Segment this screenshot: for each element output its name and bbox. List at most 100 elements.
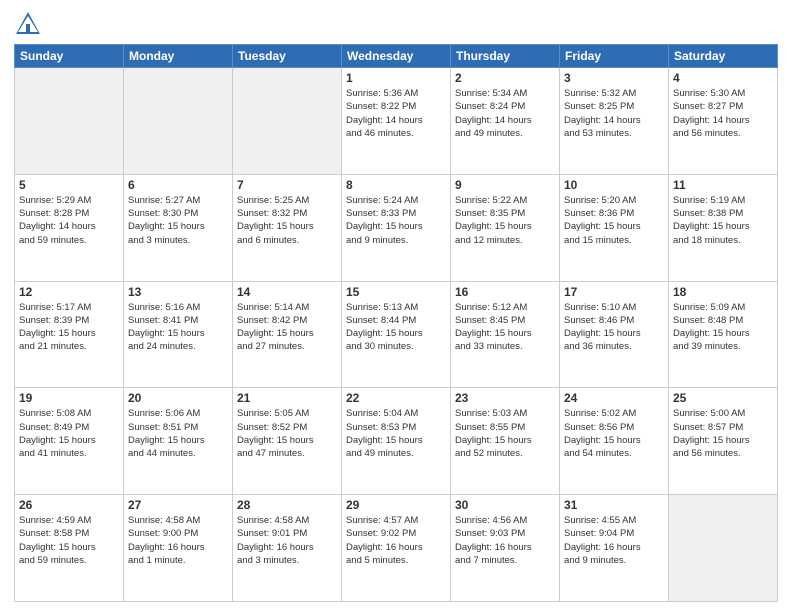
cell-line: Sunrise: 5:06 AM xyxy=(128,407,228,420)
cell-line: and 6 minutes. xyxy=(237,234,337,247)
cell-line: Sunset: 8:28 PM xyxy=(19,207,119,220)
cell-line: and 9 minutes. xyxy=(564,554,664,567)
cell-line: Sunrise: 5:36 AM xyxy=(346,87,446,100)
cell-text: Sunrise: 5:32 AMSunset: 8:25 PMDaylight:… xyxy=(564,87,664,140)
calendar-cell: 4Sunrise: 5:30 AMSunset: 8:27 PMDaylight… xyxy=(669,68,778,175)
calendar-cell: 22Sunrise: 5:04 AMSunset: 8:53 PMDayligh… xyxy=(342,388,451,495)
cell-line: and 36 minutes. xyxy=(564,340,664,353)
cell-line: Daylight: 15 hours xyxy=(455,434,555,447)
cell-line: Daylight: 15 hours xyxy=(673,220,773,233)
calendar-cell: 13Sunrise: 5:16 AMSunset: 8:41 PMDayligh… xyxy=(124,281,233,388)
header xyxy=(14,10,778,38)
cell-line: Sunset: 8:48 PM xyxy=(673,314,773,327)
day-number: 9 xyxy=(455,178,555,192)
cell-line: and 7 minutes. xyxy=(455,554,555,567)
cell-text: Sunrise: 5:25 AMSunset: 8:32 PMDaylight:… xyxy=(237,194,337,247)
cell-line: and 33 minutes. xyxy=(455,340,555,353)
calendar-cell: 14Sunrise: 5:14 AMSunset: 8:42 PMDayligh… xyxy=(233,281,342,388)
cell-line: and 21 minutes. xyxy=(19,340,119,353)
cell-line: and 1 minute. xyxy=(128,554,228,567)
calendar-cell: 26Sunrise: 4:59 AMSunset: 8:58 PMDayligh… xyxy=(15,495,124,602)
cell-text: Sunrise: 5:02 AMSunset: 8:56 PMDaylight:… xyxy=(564,407,664,460)
cell-line: Sunrise: 4:57 AM xyxy=(346,514,446,527)
cell-line: Sunset: 8:46 PM xyxy=(564,314,664,327)
cell-line: Sunrise: 4:55 AM xyxy=(564,514,664,527)
cell-line: Sunrise: 5:00 AM xyxy=(673,407,773,420)
cell-text: Sunrise: 5:04 AMSunset: 8:53 PMDaylight:… xyxy=(346,407,446,460)
cell-line: Sunrise: 5:27 AM xyxy=(128,194,228,207)
calendar-cell: 11 Sunrise: 5:19 AMSunset: 8:38 PMDayligh… xyxy=(669,174,778,281)
cell-line: Sunset: 8:44 PM xyxy=(346,314,446,327)
day-number: 2 xyxy=(455,71,555,85)
cell-text: Sunrise: 5:17 AMSunset: 8:39 PMDaylight:… xyxy=(19,301,119,354)
cell-line: Daylight: 15 hours xyxy=(128,220,228,233)
cell-line: Sunrise: 5:24 AM xyxy=(346,194,446,207)
day-number: 23 xyxy=(455,391,555,405)
cell-line: Sunrise: 4:59 AM xyxy=(19,514,119,527)
calendar-cell: 10Sunrise: 5:20 AMSunset: 8:36 PMDayligh… xyxy=(560,174,669,281)
day-number: 19 xyxy=(19,391,119,405)
cell-line: Sunset: 9:00 PM xyxy=(128,527,228,540)
day-number: 15 xyxy=(346,285,446,299)
calendar-week-2: 12Sunrise: 5:17 AMSunset: 8:39 PMDayligh… xyxy=(15,281,778,388)
cell-line: Sunset: 8:24 PM xyxy=(455,100,555,113)
calendar-week-0: 1Sunrise: 5:36 AMSunset: 8:22 PMDaylight… xyxy=(15,68,778,175)
weekday-header-monday: Monday xyxy=(124,45,233,68)
cell-text: Sunrise: 5:16 AMSunset: 8:41 PMDaylight:… xyxy=(128,301,228,354)
cell-line: Sunset: 8:38 PM xyxy=(673,207,773,220)
cell-line: Sunset: 8:39 PM xyxy=(19,314,119,327)
cell-line: Daylight: 15 hours xyxy=(346,220,446,233)
calendar-cell: 8Sunrise: 5:24 AMSunset: 8:33 PMDaylight… xyxy=(342,174,451,281)
calendar-cell: 6Sunrise: 5:27 AMSunset: 8:30 PMDaylight… xyxy=(124,174,233,281)
day-number: 27 xyxy=(128,498,228,512)
cell-line: Sunset: 8:22 PM xyxy=(346,100,446,113)
cell-line: Sunset: 8:57 PM xyxy=(673,421,773,434)
cell-line: and 46 minutes. xyxy=(346,127,446,140)
cell-text: Sunrise: 5:03 AMSunset: 8:55 PMDaylight:… xyxy=(455,407,555,460)
cell-line: Sunrise: 5:19 AM xyxy=(673,194,773,207)
cell-line: Daylight: 16 hours xyxy=(237,541,337,554)
cell-text: Sunrise: 5:29 AMSunset: 8:28 PMDaylight:… xyxy=(19,194,119,247)
calendar-cell: 23 Sunrise: 5:03 AMSunset: 8:55 PMDayligh… xyxy=(451,388,560,495)
calendar-cell: 27Sunrise: 4:58 AMSunset: 9:00 PMDayligh… xyxy=(124,495,233,602)
cell-line: Sunset: 8:30 PM xyxy=(128,207,228,220)
cell-line: Sunset: 8:25 PM xyxy=(564,100,664,113)
day-number: 24 xyxy=(564,391,664,405)
calendar-cell: 24 Sunrise: 5:02 AMSunset: 8:56 PMDayligh… xyxy=(560,388,669,495)
cell-line: Sunset: 8:32 PM xyxy=(237,207,337,220)
cell-text: Sunrise: 5:09 AMSunset: 8:48 PMDaylight:… xyxy=(673,301,773,354)
day-number: 11 xyxy=(673,178,773,192)
calendar-cell: 18Sunrise: 5:09 AMSunset: 8:48 PMDayligh… xyxy=(669,281,778,388)
cell-line: Daylight: 15 hours xyxy=(455,327,555,340)
day-number: 25 xyxy=(673,391,773,405)
calendar-cell: 29Sunrise: 4:57 AMSunset: 9:02 PMDayligh… xyxy=(342,495,451,602)
cell-line: Daylight: 14 hours xyxy=(346,114,446,127)
calendar-cell: 20Sunrise: 5:06 AMSunset: 8:51 PMDayligh… xyxy=(124,388,233,495)
cell-line: and 59 minutes. xyxy=(19,234,119,247)
cell-line: Daylight: 16 hours xyxy=(564,541,664,554)
cell-line: Daylight: 15 hours xyxy=(673,327,773,340)
cell-line: and 3 minutes. xyxy=(237,554,337,567)
cell-line: Sunrise: 5:13 AM xyxy=(346,301,446,314)
cell-line: Sunrise: 4:58 AM xyxy=(128,514,228,527)
day-number: 16 xyxy=(455,285,555,299)
cell-line: Sunrise: 5:25 AM xyxy=(237,194,337,207)
day-number: 21 xyxy=(237,391,337,405)
cell-line: Sunset: 9:03 PM xyxy=(455,527,555,540)
cell-line: and 9 minutes. xyxy=(346,234,446,247)
cell-line: Sunset: 9:02 PM xyxy=(346,527,446,540)
cell-text: Sunrise: 5:22 AMSunset: 8:35 PMDaylight:… xyxy=(455,194,555,247)
day-number: 17 xyxy=(564,285,664,299)
calendar-week-4: 26Sunrise: 4:59 AMSunset: 8:58 PMDayligh… xyxy=(15,495,778,602)
cell-line: Sunrise: 5:29 AM xyxy=(19,194,119,207)
cell-line: Sunset: 9:01 PM xyxy=(237,527,337,540)
cell-text: Sunrise: 4:56 AMSunset: 9:03 PMDaylight:… xyxy=(455,514,555,567)
cell-line: Sunset: 8:55 PM xyxy=(455,421,555,434)
day-number: 29 xyxy=(346,498,446,512)
cell-line: Daylight: 15 hours xyxy=(564,327,664,340)
day-number: 14 xyxy=(237,285,337,299)
cell-text: Sunrise: 5:24 AMSunset: 8:33 PMDaylight:… xyxy=(346,194,446,247)
day-number: 5 xyxy=(19,178,119,192)
calendar-cell: 15Sunrise: 5:13 AMSunset: 8:44 PMDayligh… xyxy=(342,281,451,388)
cell-line: Sunrise: 5:30 AM xyxy=(673,87,773,100)
